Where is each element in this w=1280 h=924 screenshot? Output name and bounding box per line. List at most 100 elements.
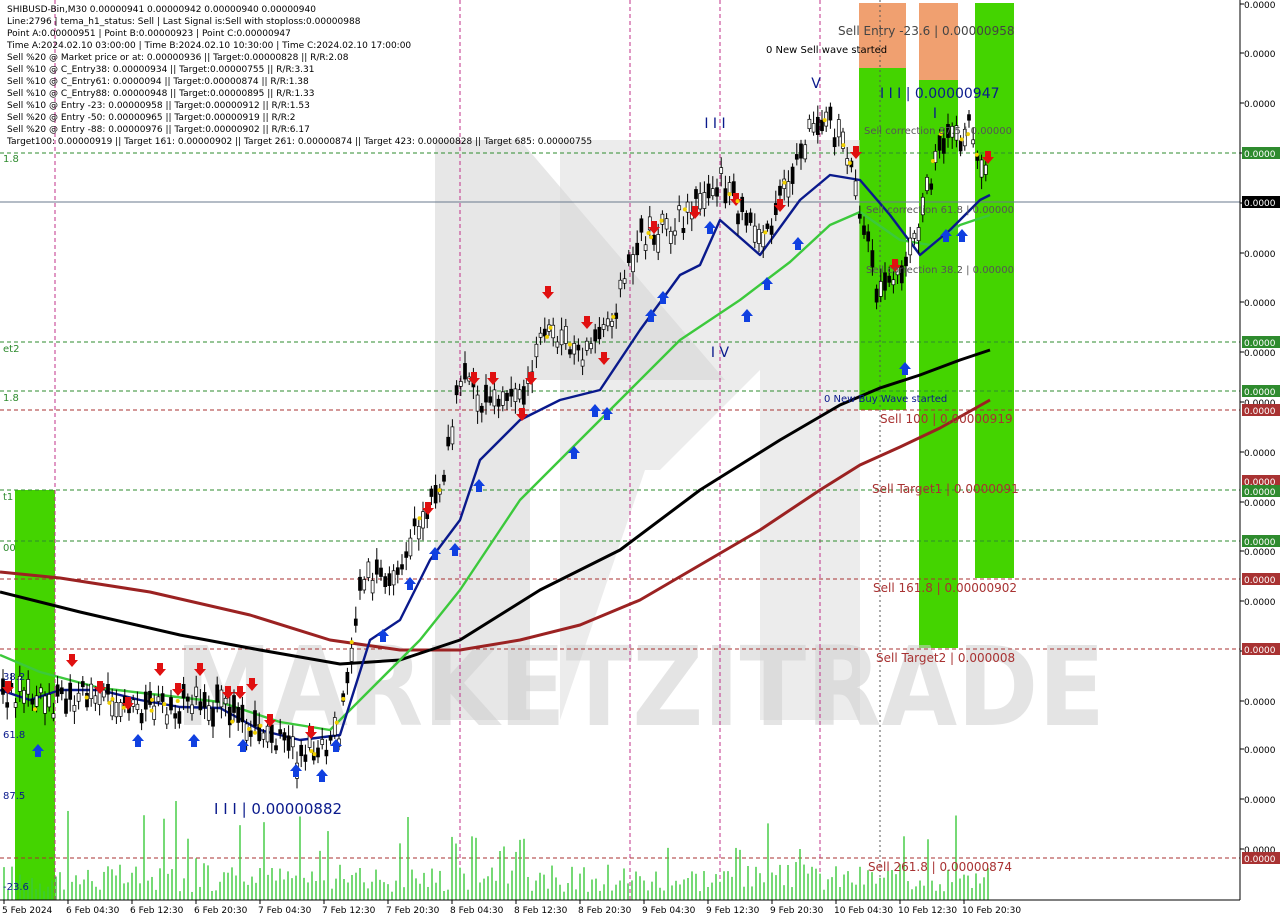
price-tick-label: 0.0000 bbox=[1244, 698, 1276, 708]
info-line: Sell %20 @ Entry -50: 0.00000965 || Targ… bbox=[7, 113, 296, 123]
candle-body bbox=[106, 683, 110, 695]
wave-iv-label: I V bbox=[711, 345, 730, 361]
candle-body bbox=[248, 730, 253, 737]
info-line: Time A:2024.02.10 03:00:00 | Time B:2024… bbox=[6, 41, 411, 51]
time-tick-label: 8 Feb 20:30 bbox=[578, 906, 632, 916]
candle-body bbox=[463, 363, 467, 380]
level-price-tag-label: 0.0000 bbox=[1244, 646, 1276, 656]
wave-i-label: I bbox=[933, 106, 937, 122]
signal-dot bbox=[567, 342, 572, 347]
candle-body bbox=[332, 717, 337, 736]
info-line: Sell %20 @ Market price or at: 0.0000093… bbox=[7, 53, 349, 63]
candle-body bbox=[303, 754, 308, 762]
candle-body bbox=[479, 405, 484, 413]
candle-body bbox=[475, 394, 480, 412]
info-line: Line:2796 | tema_h1_status: Sell | Last … bbox=[7, 17, 361, 27]
candle-body bbox=[316, 747, 320, 758]
candle-body bbox=[152, 705, 157, 720]
time-tick-label: 9 Feb 12:30 bbox=[706, 906, 760, 916]
candle-body bbox=[345, 671, 350, 684]
candle-body bbox=[492, 389, 497, 407]
signal-dot bbox=[258, 723, 263, 728]
candle-body bbox=[878, 281, 883, 297]
level-price-tag-label: 0.0000 bbox=[1244, 339, 1276, 349]
signal-dot bbox=[150, 697, 155, 702]
time-tick-label: 6 Feb 04:30 bbox=[66, 906, 120, 916]
candle-body bbox=[349, 647, 354, 662]
candle-body bbox=[513, 388, 518, 402]
candle-body bbox=[236, 707, 241, 723]
signal-dot bbox=[349, 640, 354, 645]
candle-body bbox=[857, 213, 862, 219]
candle-body bbox=[568, 349, 572, 355]
candle-body bbox=[983, 164, 988, 175]
candle-body bbox=[555, 341, 560, 348]
candle-body bbox=[408, 537, 413, 557]
candle-body bbox=[76, 692, 81, 702]
candle-body bbox=[89, 683, 94, 699]
candle-body bbox=[379, 567, 383, 577]
candle-body bbox=[5, 702, 10, 708]
signal-dot bbox=[33, 707, 38, 712]
candle-body bbox=[169, 697, 173, 711]
price-tick-label: 0.0000 bbox=[1244, 100, 1276, 110]
left-level-label: 87.5 bbox=[3, 791, 25, 802]
candle-body bbox=[757, 229, 761, 244]
candle-body bbox=[702, 192, 707, 209]
candle-body bbox=[488, 396, 493, 403]
sell-target1-label: Sell Target1 | 0.0000091 bbox=[872, 482, 1019, 496]
candle-body bbox=[68, 682, 73, 700]
candle-body bbox=[450, 426, 455, 445]
signal-dot bbox=[659, 218, 664, 223]
candle-body bbox=[677, 205, 682, 211]
candle-body bbox=[80, 681, 85, 688]
candle-body bbox=[622, 278, 627, 284]
candle-body bbox=[521, 386, 526, 405]
price-chart[interactable]: MARKETZITRADE Sell Entry -23.6 | 0.00000… bbox=[0, 0, 1280, 920]
candle-body bbox=[177, 711, 182, 724]
candle-body bbox=[22, 690, 26, 704]
candle-body bbox=[366, 561, 371, 578]
candle-body bbox=[597, 326, 602, 340]
time-tick-label: 10 Feb 04:30 bbox=[834, 906, 893, 916]
signal-dot bbox=[649, 235, 654, 240]
candle-body bbox=[404, 551, 409, 558]
candle-body bbox=[673, 230, 677, 236]
time-tick-label: 6 Feb 12:30 bbox=[130, 906, 184, 916]
price-tick-label: 0.0000 bbox=[1244, 796, 1276, 806]
candle-body bbox=[803, 144, 808, 160]
sell-entry-label: Sell Entry -23.6 | 0.00000958 bbox=[838, 24, 1014, 38]
candle-body bbox=[173, 713, 178, 719]
candle-body bbox=[391, 570, 396, 586]
candle-body bbox=[719, 167, 724, 174]
candle-body bbox=[593, 329, 598, 342]
time-tick-label: 6 Feb 20:30 bbox=[194, 906, 248, 916]
candle-body bbox=[286, 735, 291, 751]
candle-body bbox=[500, 391, 505, 406]
signal-dot bbox=[162, 702, 167, 707]
candle-body bbox=[832, 137, 837, 148]
point-iii-high-label: I I I | 0.00000947 bbox=[880, 86, 1000, 102]
candle-body bbox=[723, 188, 728, 204]
info-line: Sell %20 @ Entry -88: 0.00000976 || Targ… bbox=[7, 125, 310, 135]
candle-body bbox=[240, 704, 245, 723]
candle-body bbox=[752, 225, 757, 243]
level-price-tag-label: 0.0000 bbox=[1244, 488, 1276, 498]
sell-2618-label: Sell 261.8 | 0.00000874 bbox=[868, 860, 1012, 874]
price-tick-label: 0.0000 bbox=[1244, 548, 1276, 558]
price-tick-label: 0.0000 bbox=[1244, 746, 1276, 756]
info-line: Target100: 0.00000919 || Target 161: 0.0… bbox=[6, 137, 592, 147]
signal-dot bbox=[110, 697, 115, 702]
candle-body bbox=[164, 714, 169, 725]
candle-body bbox=[72, 705, 77, 712]
wave-iii-label: I I I bbox=[704, 116, 725, 132]
price-tick-label: 0.0000 bbox=[1244, 449, 1276, 459]
candle-body bbox=[799, 143, 803, 159]
candle-body bbox=[698, 193, 703, 210]
time-tick-label: 10 Feb 20:30 bbox=[962, 906, 1021, 916]
candle-body bbox=[505, 392, 509, 402]
candle-body bbox=[769, 225, 774, 235]
time-tick-label: 10 Feb 12:30 bbox=[898, 906, 957, 916]
price-tick-label: 0.0000 bbox=[1244, 499, 1276, 509]
candle-body bbox=[765, 223, 770, 229]
